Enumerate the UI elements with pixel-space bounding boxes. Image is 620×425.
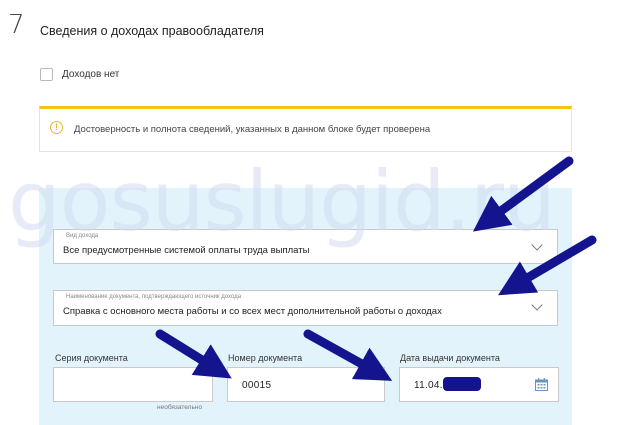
section-number: 7: [8, 10, 25, 40]
redaction-mark: [443, 377, 481, 391]
doc-number-value: 00015: [242, 380, 272, 391]
verification-notice: ! Достоверность и полнота сведений, указ…: [39, 106, 572, 152]
section-title: Сведения о доходах правообладателя: [40, 24, 264, 38]
income-type-select[interactable]: Вид дохода Все предусмотренные системой …: [53, 229, 558, 264]
issue-date-input[interactable]: 11.04.: [399, 367, 559, 402]
income-type-label: Вид дохода: [66, 233, 99, 239]
document-name-value: Справка с основного места работы и со вс…: [63, 306, 442, 317]
doc-number-label: Номер документа: [228, 353, 303, 363]
warning-circle-icon: !: [50, 121, 63, 134]
series-label: Серия документа: [55, 353, 128, 363]
chevron-down-icon[interactable]: [531, 299, 543, 311]
chevron-down-icon[interactable]: [531, 239, 543, 251]
series-optional-hint: необязательно: [157, 404, 203, 411]
document-name-select[interactable]: Наименование документа, подтверждающего …: [53, 290, 558, 326]
series-input[interactable]: [53, 367, 213, 402]
issue-date-label: Дата выдачи документа: [400, 353, 500, 363]
issue-date-value: 11.04.: [414, 380, 443, 391]
document-name-label: Наименование документа, подтверждающего …: [66, 294, 242, 300]
no-income-checkbox[interactable]: [40, 68, 53, 81]
calendar-icon[interactable]: [535, 378, 548, 391]
income-type-value: Все предусмотренные системой оплаты труд…: [63, 245, 310, 256]
doc-number-input[interactable]: 00015: [227, 367, 385, 402]
no-income-label[interactable]: Доходов нет: [62, 69, 119, 80]
notice-text: Достоверность и полнота сведений, указан…: [74, 124, 431, 135]
